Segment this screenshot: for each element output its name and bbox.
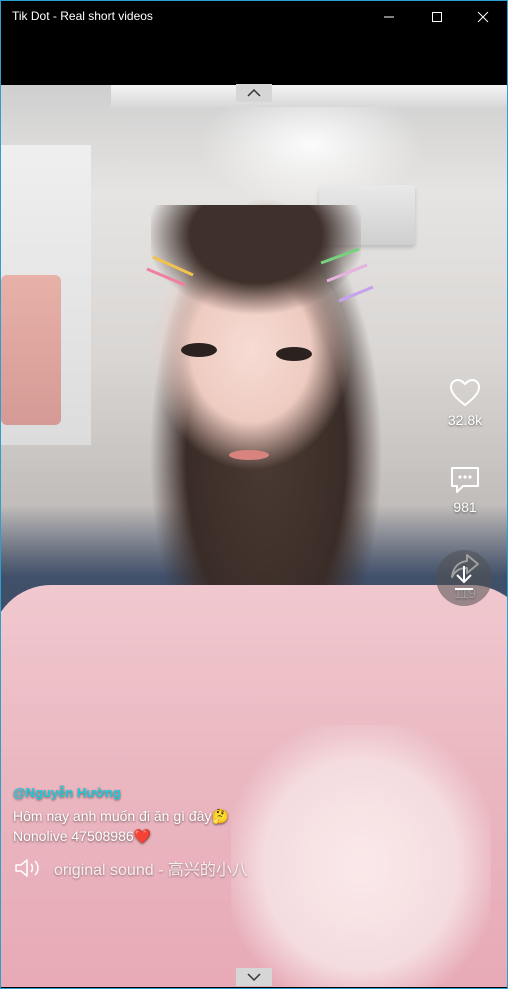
next-video-button[interactable] [236,968,272,986]
app-window: Tik Dot - Real short videos 32.8k 981 @N… [0,0,508,989]
window-title: Tik Dot - Real short videos [12,9,153,23]
chevron-down-icon [247,973,261,982]
minimize-icon [384,16,394,18]
caption-line-2: Nonolive 47508986❤️ [13,828,152,844]
previous-video-button[interactable] [236,84,272,102]
video-person-lips [229,450,269,460]
maximize-icon [432,12,442,22]
heart-icon [449,378,481,407]
video-person-eye [181,343,217,357]
caption-line-1: Hôm nay anh muốn đi ăn gì đây🤔 [13,808,229,824]
download-icon [455,566,473,590]
download-button[interactable] [436,550,492,606]
video-person-eye [276,347,312,361]
close-button[interactable] [460,0,506,34]
title-bar[interactable]: Tik Dot - Real short videos [0,0,508,34]
comment-icon [451,467,479,493]
video-player[interactable] [1,85,507,987]
sound-info[interactable]: original sound - 高兴的小八 [14,856,248,880]
hair-clips-graphic [146,247,374,303]
close-icon [477,11,489,23]
minimize-button[interactable] [366,0,412,34]
like-button[interactable]: 32.8k [440,378,490,428]
speaker-icon [15,859,39,877]
comment-count: 981 [453,499,477,515]
comment-button[interactable]: 981 [440,465,490,515]
sound-name: original sound - 高兴的小八 [54,862,248,879]
author-name[interactable]: @Nguyễn Hường [13,785,121,800]
video-pillow-patch [231,725,491,987]
like-count: 32.8k [447,412,483,428]
video-background-shelf [1,275,61,425]
chevron-up-icon [247,88,261,97]
maximize-button[interactable] [414,0,460,34]
video-background [111,85,507,107]
